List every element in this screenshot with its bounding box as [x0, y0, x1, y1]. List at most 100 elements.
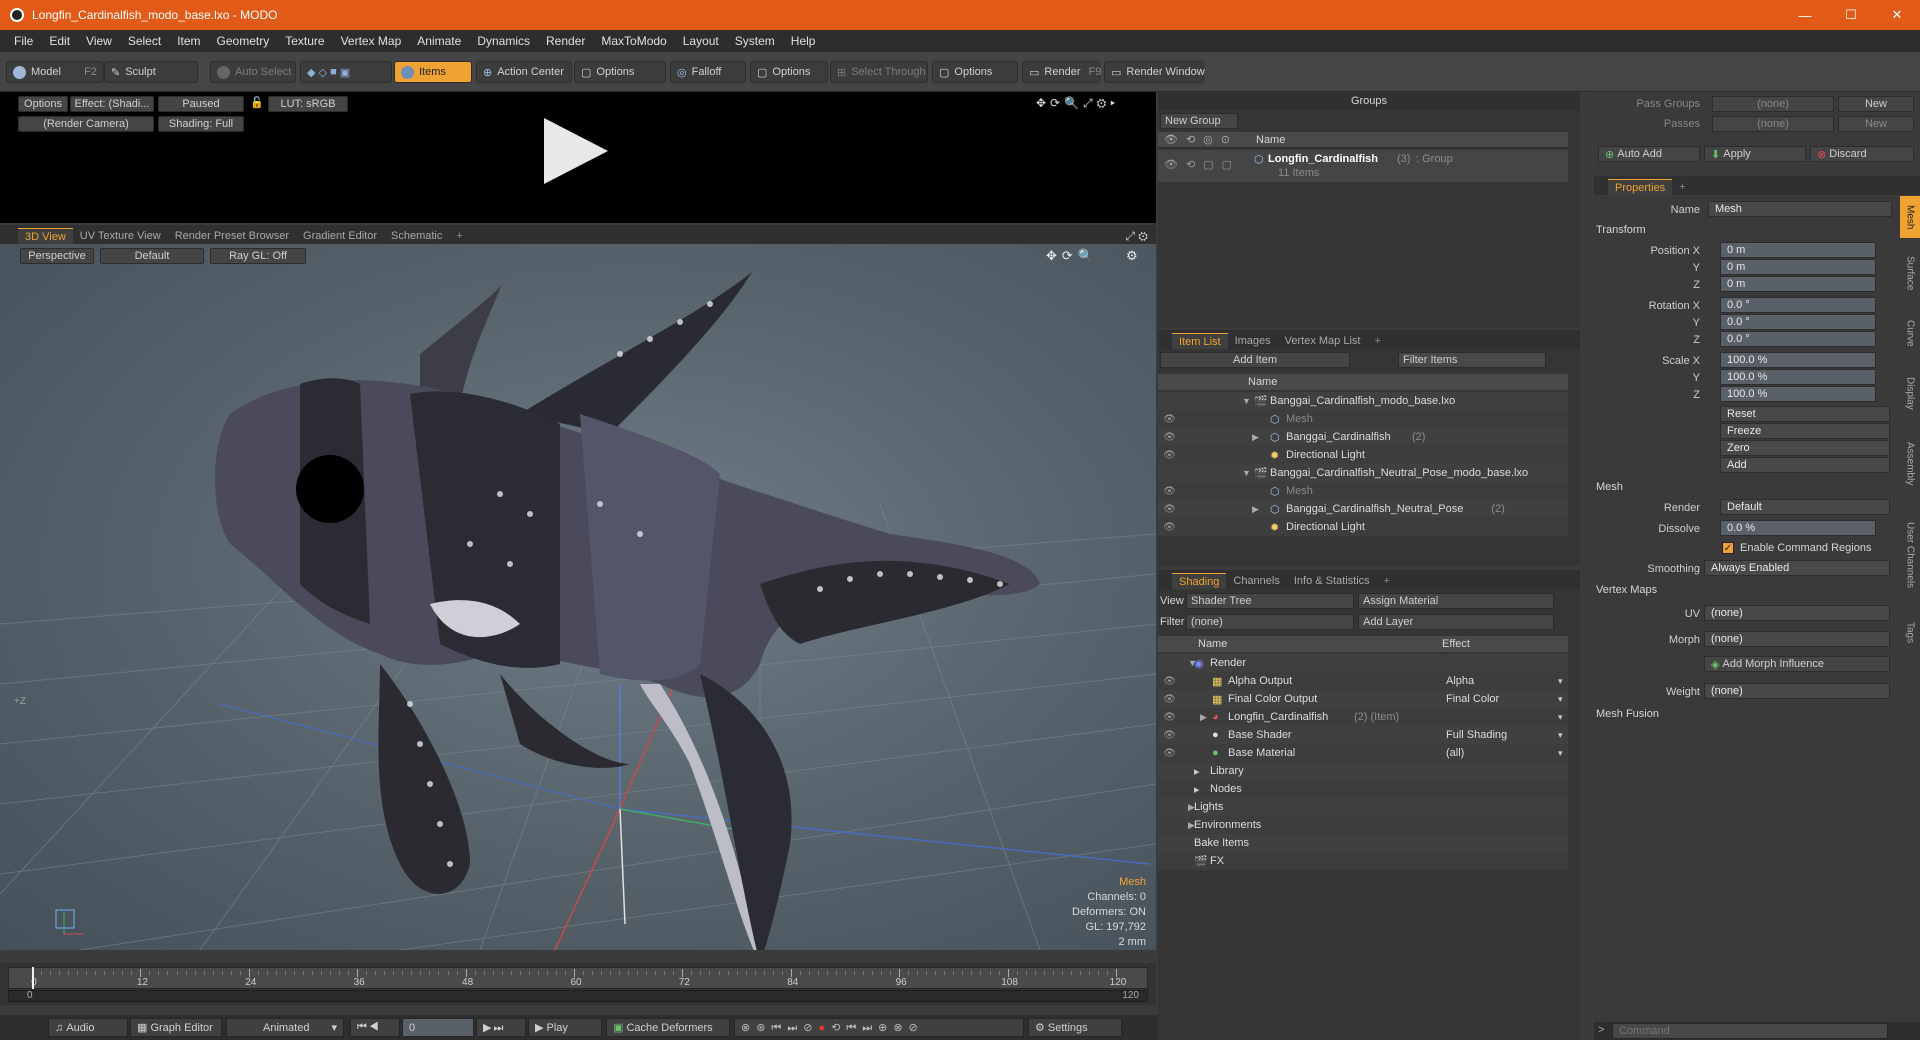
edge-mode-icon[interactable]: ◇	[319, 66, 327, 79]
frame-input[interactable]: 0	[402, 1018, 474, 1037]
item-list-row[interactable]: 👁 ▶ ⬡ Banggai_Cardinalfish_Neutral_Pose (2)	[1158, 500, 1568, 518]
shader-effect[interactable]: Alpha	[1446, 675, 1474, 687]
tab-info-statistics[interactable]: Info & Statistics	[1287, 573, 1377, 589]
side-tab-assembly[interactable]: Assembly	[1900, 429, 1920, 499]
preview-effect-dropdown[interactable]: Effect: (Shadi...	[70, 96, 154, 112]
shader-tree-row[interactable]: ▶ Environments	[1158, 816, 1568, 834]
animated-dropdown[interactable]: Animated ▾	[226, 1018, 344, 1037]
select-through-button[interactable]: ⊞ Select Through	[830, 61, 928, 83]
visibility-eye-icon[interactable]: 👁	[1162, 521, 1177, 534]
name-field[interactable]: Mesh	[1708, 201, 1892, 217]
falloff-options-button[interactable]: ▢ Options	[750, 61, 828, 83]
side-tab-surface[interactable]: Surface	[1900, 242, 1920, 305]
3d-viewport[interactable]: Perspective Default Ray GL: Off ✥⟳🔍 ⚙ +Z…	[0, 244, 1156, 950]
visibility-eye-icon[interactable]: 👁	[1162, 675, 1177, 688]
add-morph-influence-button[interactable]: ◈ Add Morph Influence	[1704, 656, 1890, 672]
rotation-x-field[interactable]: 0.0 °	[1720, 297, 1876, 313]
item-list-row[interactable]: 👁 ⬡ Mesh	[1158, 410, 1568, 428]
transform-section[interactable]: Transform	[1596, 224, 1646, 236]
visibility-eye-icon[interactable]: 👁	[1162, 413, 1177, 426]
apply-button[interactable]: ⬇ Apply	[1704, 146, 1806, 162]
visibility-eye-icon[interactable]: 👁	[1162, 729, 1177, 742]
visibility-eye-icon[interactable]: 👁	[1162, 503, 1177, 516]
item-list-row[interactable]: 👁 ▶ ⬡ Banggai_Cardinalfish (2)	[1158, 428, 1568, 446]
assign-material-dropdown[interactable]: Assign Material	[1358, 593, 1554, 609]
shading-dropdown[interactable]: Shading: Full	[158, 116, 244, 132]
expand-arrow-icon[interactable]: ▼	[1242, 468, 1251, 478]
close-button[interactable]: ✕	[1874, 0, 1920, 30]
audio-button[interactable]: ♫ Audio	[48, 1018, 128, 1037]
reset-dropdown[interactable]: Reset	[1720, 406, 1890, 422]
playhead[interactable]	[32, 967, 34, 989]
passes-dropdown[interactable]: (none)	[1712, 116, 1834, 132]
menu-edit[interactable]: Edit	[41, 34, 78, 48]
select-mode-group[interactable]: ◆ ◇ ■ ▣	[300, 61, 392, 83]
weight-dropdown[interactable]: (none)	[1704, 683, 1890, 699]
visibility-eye-icon[interactable]: 👁	[1162, 431, 1177, 444]
uv-dropdown[interactable]: (none)	[1704, 605, 1890, 621]
falloff-button[interactable]: ◎ Falloff	[670, 61, 746, 83]
command-regions-checkbox[interactable]: ✓	[1722, 542, 1734, 554]
play-button[interactable]: ▶ Play	[528, 1018, 602, 1037]
discard-button[interactable]: ⊗ Discard	[1810, 146, 1914, 162]
tab-gradient-editor[interactable]: Gradient Editor	[296, 228, 384, 244]
vertex-maps-section[interactable]: Vertex Maps	[1596, 584, 1657, 596]
shader-tree-row[interactable]: 🎬 FX	[1158, 852, 1568, 870]
add-layer-dropdown[interactable]: Add Layer	[1358, 614, 1554, 630]
side-tab-curve[interactable]: Curve	[1900, 309, 1920, 358]
view-dropdown[interactable]: Shader Tree	[1186, 593, 1354, 609]
action-center-button[interactable]: ⊕ Action Center	[476, 61, 572, 83]
item-list-row[interactable]: ▼ 🎬 Banggai_Cardinalfish_Neutral_Pose_modo…	[1158, 464, 1568, 482]
side-tab-display[interactable]: Display	[1900, 362, 1920, 425]
lut-dropdown[interactable]: LUT: sRGB	[268, 96, 348, 112]
visibility-eye-icon[interactable]: 👁	[1162, 693, 1177, 706]
shader-tree-row[interactable]: 👁 ▦ Alpha Output Alpha ▾	[1158, 672, 1568, 690]
timeline[interactable]: 0 12 24 36 48 60 72 84 96 108 120 0 120	[0, 963, 1156, 1005]
menu-select[interactable]: Select	[120, 34, 169, 48]
menu-maxtomodo[interactable]: MaxToModo	[593, 34, 674, 48]
add-tab-button[interactable]: +	[1672, 179, 1692, 195]
tab-render-preset-browser[interactable]: Render Preset Browser	[168, 228, 296, 244]
visibility-eye-icon[interactable]: 👁	[1162, 747, 1177, 760]
vertex-mode-icon[interactable]: ◆	[307, 66, 315, 79]
preview-nav-icons[interactable]: ✥⟳🔍⤢⚙▸	[1036, 96, 1119, 111]
material-mode-icon[interactable]: ▣	[340, 66, 350, 79]
menu-system[interactable]: System	[727, 34, 783, 48]
shader-tree-row[interactable]: ▼ ◉ Render	[1158, 654, 1568, 672]
item-list-row[interactable]: 👁 ✹ Directional Light	[1158, 446, 1568, 464]
add-item-dropdown[interactable]: Add Item	[1160, 352, 1350, 368]
shader-effect[interactable]: Final Color	[1446, 693, 1499, 705]
visibility-eye-icon[interactable]: 👁	[1162, 485, 1177, 498]
chevron-down-icon[interactable]: ▾	[1558, 712, 1563, 723]
side-tab-mesh[interactable]: Mesh	[1900, 196, 1920, 238]
shader-tree-row[interactable]: 👁 ▦ Final Color Output Final Color ▾	[1158, 690, 1568, 708]
play-icon[interactable]	[544, 118, 608, 184]
settings-button[interactable]: ⚙ Settings	[1028, 1018, 1122, 1037]
add-tab-button[interactable]: +	[449, 228, 469, 244]
tab-shading[interactable]: Shading	[1172, 573, 1227, 589]
add-tab-button[interactable]: +	[1377, 573, 1397, 589]
sculpt-mode-button[interactable]: ✎ Sculpt	[104, 61, 198, 83]
transport-forward-buttons[interactable]: ▶⏭	[476, 1018, 526, 1037]
add-tab-button[interactable]: +	[1367, 333, 1387, 349]
expand-arrow-icon[interactable]: ▶	[1252, 432, 1259, 443]
scale-z-field[interactable]: 100.0 %	[1720, 386, 1876, 402]
side-tab-tags[interactable]: Tags	[1900, 612, 1920, 654]
position-z-field[interactable]: 0 m	[1720, 276, 1876, 292]
expand-arrow-icon[interactable]: ▶	[1200, 712, 1207, 723]
auto-add-button[interactable]: ⊕ Auto Add	[1598, 146, 1700, 162]
minimize-button[interactable]: —	[1782, 0, 1828, 30]
action-center-options-button[interactable]: ▢ Options	[574, 61, 666, 83]
render-camera-dropdown[interactable]: (Render Camera)	[18, 116, 154, 132]
command-input[interactable]	[1612, 1023, 1888, 1039]
freeze-dropdown[interactable]: Freeze	[1720, 423, 1890, 439]
shading-filter-dropdown[interactable]: (none)	[1186, 614, 1354, 630]
expand-arrow-icon[interactable]: ▼	[1242, 396, 1251, 406]
chevron-down-icon[interactable]: ▾	[1558, 694, 1563, 705]
visibility-eye-icon[interactable]: 👁	[1162, 711, 1177, 724]
polygon-mode-icon[interactable]: ■	[330, 66, 337, 78]
tab-images[interactable]: Images	[1228, 333, 1278, 349]
smoothing-dropdown[interactable]: Always Enabled	[1704, 560, 1890, 576]
menu-render[interactable]: Render	[538, 34, 593, 48]
position-x-field[interactable]: 0 m	[1720, 242, 1876, 258]
